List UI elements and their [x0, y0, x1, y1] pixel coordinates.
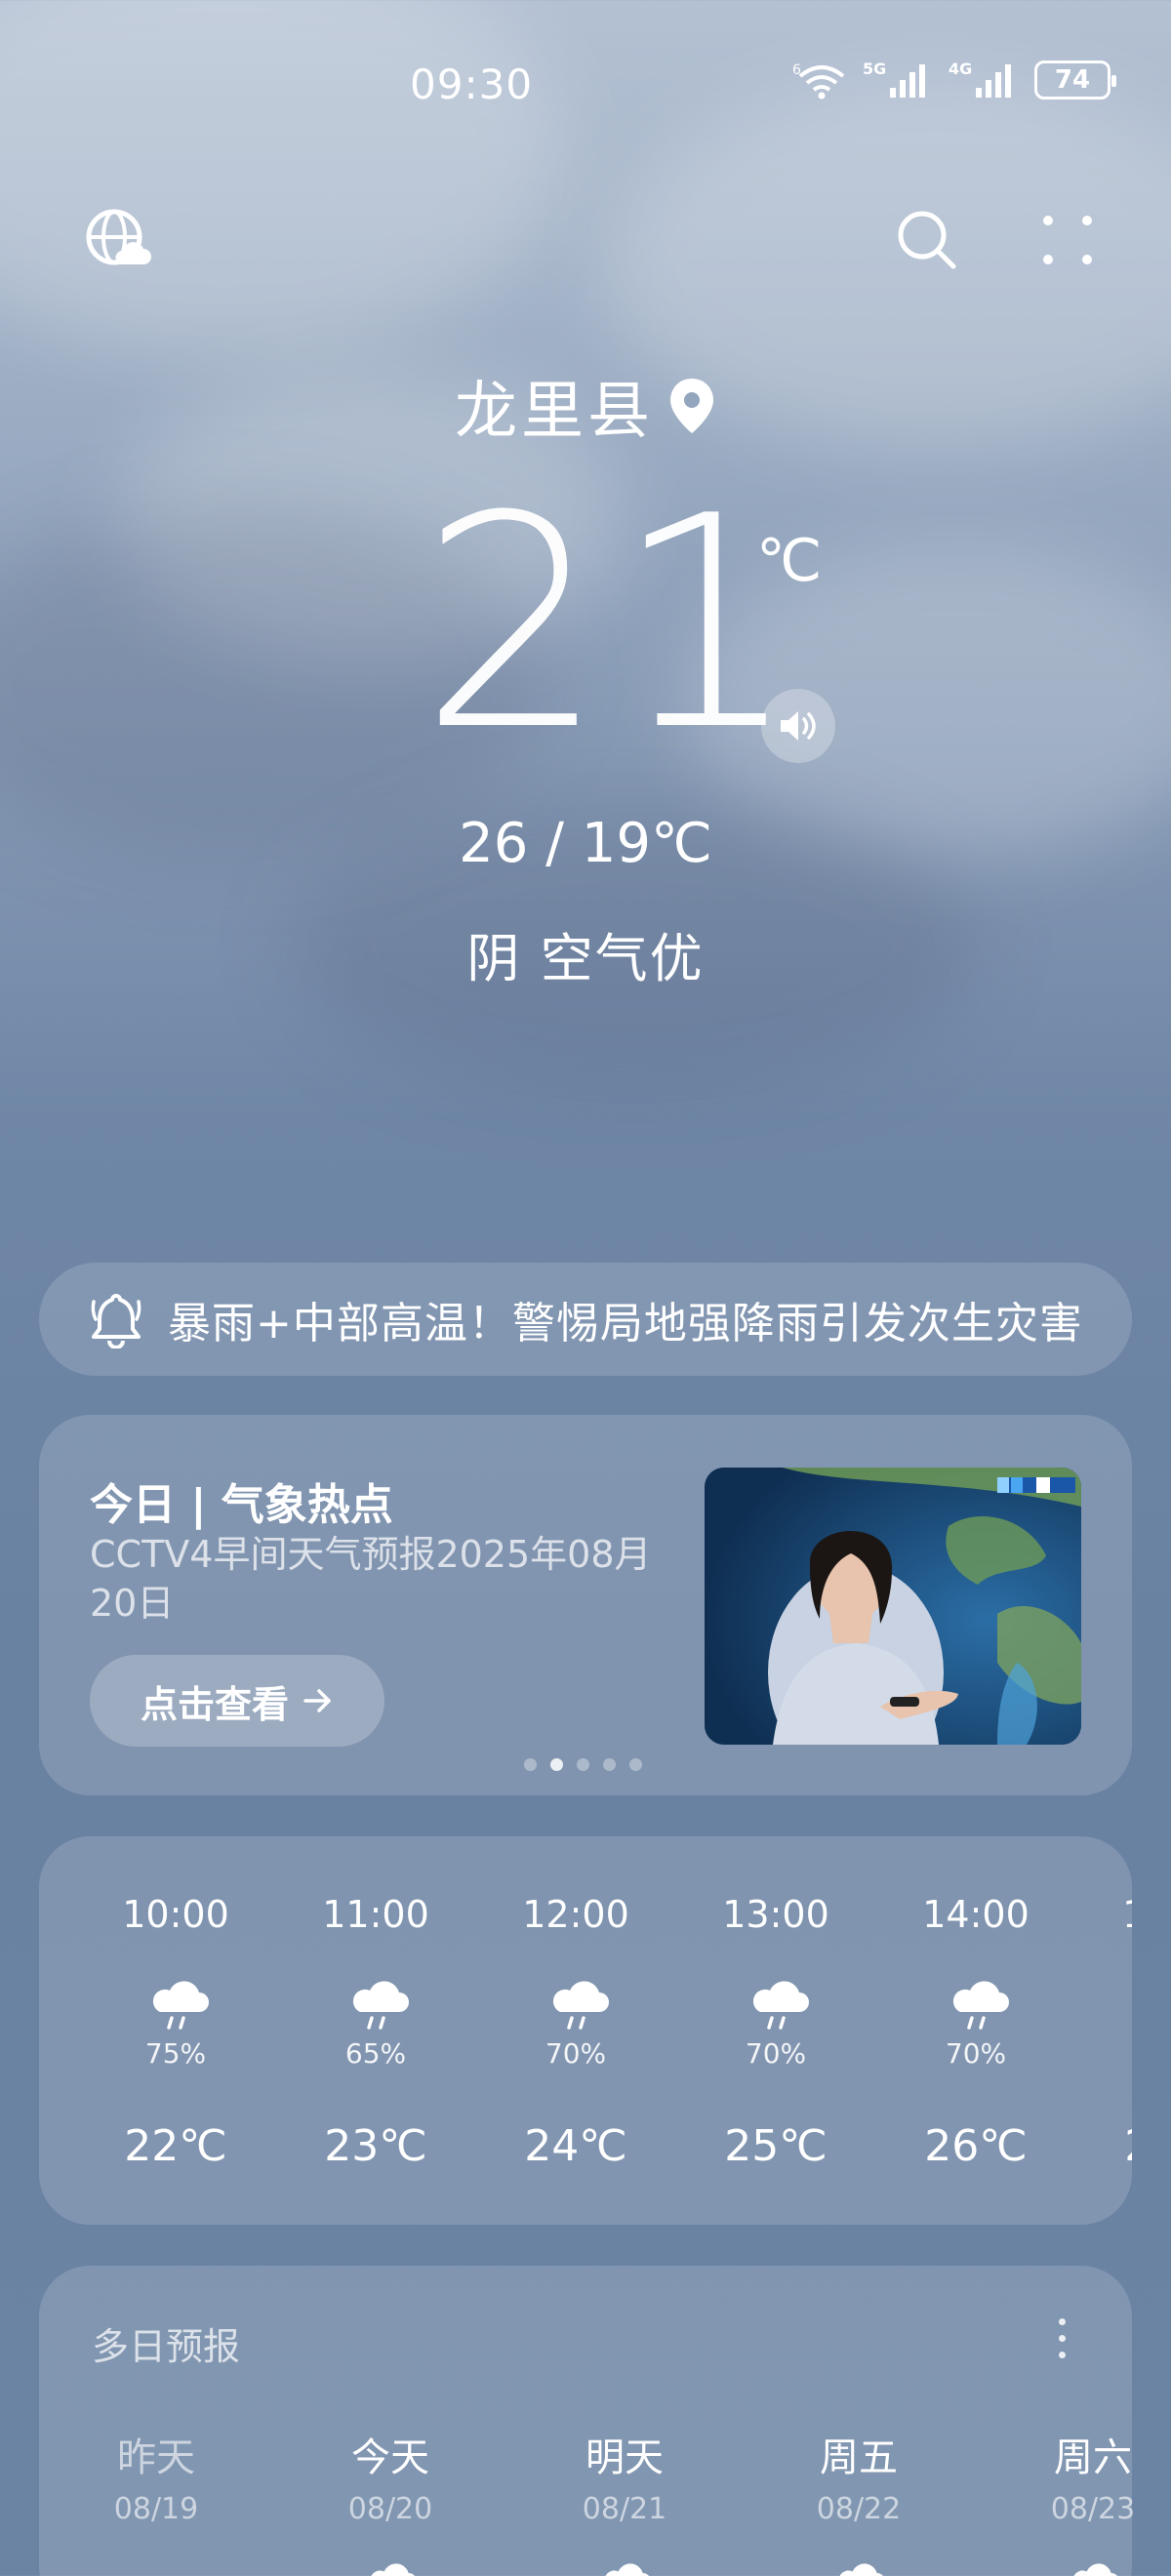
weather-news-card[interactable]: 今日 | 气象热点 CCTV4早间天气预报2025年08月20日 点击查看	[39, 1415, 1132, 1795]
cloud-icon	[1073, 2563, 1118, 2576]
daily-item[interactable]: 周五 08/22	[761, 2266, 956, 2576]
daily-item[interactable]: 明天 08/21	[527, 2266, 722, 2576]
hourly-item: 10:00 75% 22℃	[78, 1836, 273, 2225]
location-pin-icon	[670, 379, 713, 433]
daily-date: 08/19	[113, 2492, 199, 2526]
hourly-precipitation: 70%	[1078, 2037, 1132, 2070]
hourly-item: 14:00 70% 26℃	[878, 1836, 1073, 2225]
hourly-time: 11:00	[322, 1893, 429, 1936]
hourly-precipitation: 75%	[144, 2037, 207, 2070]
svg-text:6: 6	[792, 62, 801, 78]
view-news-button[interactable]: 点击查看	[90, 1655, 384, 1747]
battery-indicator: 74	[1034, 60, 1116, 100]
hourly-time: 10:00	[122, 1893, 229, 1936]
status-bar: 09:30 6 5G 4G 74	[0, 0, 1171, 166]
status-time: 09:30	[410, 60, 534, 108]
daily-day-name: 明天	[586, 2435, 664, 2480]
daily-date: 08/22	[816, 2492, 902, 2526]
daily-date: 08/23	[1050, 2492, 1136, 2526]
rain-cloud-icon	[352, 1981, 409, 2030]
hourly-temperature: 25℃	[724, 2121, 828, 2171]
globe-cloud-icon[interactable]	[78, 201, 156, 279]
daily-day-name: 周五	[820, 2435, 898, 2480]
rain-cloud-icon	[552, 1981, 609, 2030]
news-title: 今日 | 气象热点	[90, 1480, 393, 1530]
hourly-precipitation: 65%	[344, 2037, 407, 2070]
rain-cloud-icon	[752, 1981, 809, 2030]
hourly-temperature: 22℃	[124, 2121, 227, 2171]
hourly-time: 14:00	[922, 1893, 1030, 1936]
daily-date: 08/20	[347, 2492, 433, 2526]
cloud-icon	[371, 2563, 416, 2576]
rain-cloud-icon	[952, 1981, 1009, 2030]
status-icons: 6 5G 4G 74	[792, 60, 1116, 100]
carousel-dot-active	[550, 1758, 563, 1771]
hourly-temperature: 26℃	[924, 2121, 1028, 2171]
hourly-temperature: 26℃	[1078, 2121, 1132, 2171]
carousel-dot	[629, 1758, 642, 1771]
carousel-dot	[524, 1758, 537, 1771]
hourly-precipitation: 70%	[945, 2037, 1007, 2070]
daily-date: 08/21	[582, 2492, 667, 2526]
carousel-dot	[577, 1758, 589, 1771]
bell-alert-icon	[91, 1294, 141, 1348]
city-name[interactable]: 龙里县	[455, 361, 654, 451]
alert-text: 暴雨+中部高温！警惕局地强降雨引发次生灾害	[168, 1299, 1083, 1348]
hourly-item: 15:00 70% 26℃	[1078, 1836, 1132, 2225]
location-header[interactable]: 龙里县	[0, 361, 1171, 451]
daily-item[interactable]: 今天 08/20	[293, 2266, 488, 2576]
weather-condition: 阴 空气优	[466, 928, 705, 989]
hourly-temperature: 24℃	[524, 2121, 627, 2171]
hourly-temperature: 23℃	[324, 2121, 427, 2171]
weather-alert-banner[interactable]: 暴雨+中部高温！警惕局地强降雨引发次生灾害	[39, 1263, 1132, 1376]
hourly-item: 11:00 65% 23℃	[278, 1836, 473, 2225]
hourly-item: 13:00 70% 25℃	[678, 1836, 873, 2225]
search-icon[interactable]	[888, 201, 966, 279]
daily-item[interactable]: 昨天 08/19	[59, 2266, 254, 2576]
hourly-item: 12:00 70% 24℃	[478, 1836, 673, 2225]
current-temperature: 21	[420, 454, 808, 794]
daily-day-name: 昨天	[117, 2435, 195, 2480]
high-low-temperature: 26 / 19℃	[459, 812, 712, 875]
cloud-icon	[839, 2563, 884, 2576]
daily-day-name: 周六	[1054, 2435, 1132, 2480]
signal-5g-icon: 5G	[863, 60, 925, 98]
speaker-icon	[781, 711, 816, 741]
four-dots-menu-icon[interactable]	[1029, 201, 1107, 279]
hourly-precipitation: 70%	[745, 2037, 807, 2070]
hourly-forecast-card[interactable]: 10:00 75% 22℃ 11:00 65% 23℃ 12:00 70% 24℃ 13:00 70…	[39, 1836, 1132, 2225]
daily-day-name: 今天	[351, 2435, 429, 2480]
hourly-precipitation: 70%	[545, 2037, 607, 2070]
svg-text:5G: 5G	[863, 60, 886, 78]
carousel-indicator	[524, 1758, 642, 1771]
voice-broadcast-button[interactable]	[761, 689, 835, 763]
signal-4g-icon: 4G	[949, 60, 1011, 98]
hourly-time: 12:00	[522, 1893, 629, 1936]
news-subtitle: CCTV4早间天气预报2025年08月20日	[90, 1533, 652, 1625]
temperature-unit: ℃	[756, 527, 823, 595]
daily-forecast-card[interactable]: 多日预报 昨天 08/19 今天 08/20 明天 08/21 周五 08/22 周六 08/23	[39, 2266, 1135, 2576]
daily-item[interactable]: 周六 08/23	[995, 2266, 1171, 2576]
cloud-icon	[605, 2563, 650, 2576]
rain-cloud-icon	[152, 1981, 209, 2030]
arrow-right-icon	[303, 1689, 331, 1712]
svg-text:4G: 4G	[949, 60, 972, 78]
hourly-time: 13:00	[722, 1893, 829, 1936]
wifi-icon: 6	[792, 62, 845, 100]
news-video-thumbnail[interactable]	[705, 1468, 1081, 1745]
hourly-time: 15:00	[1078, 1893, 1132, 1936]
view-news-label: 点击查看	[140, 1682, 289, 1726]
carousel-dot	[603, 1758, 616, 1771]
